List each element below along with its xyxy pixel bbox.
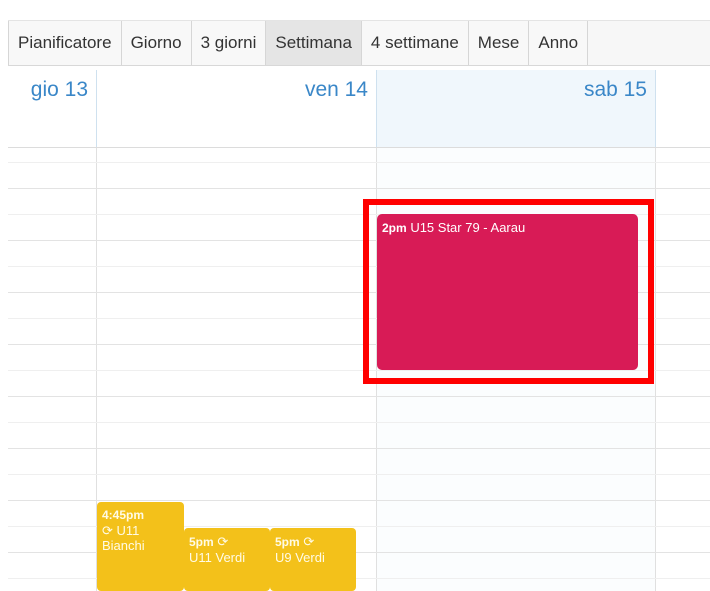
tab-4-settimane[interactable]: 4 settimane <box>361 21 469 65</box>
event-time: 5pm <box>189 535 214 549</box>
grid-line <box>8 500 710 501</box>
tab-mese[interactable]: Mese <box>468 21 530 65</box>
event-u9-verdi[interactable]: 5pm ⟳ U9 Verdi <box>270 528 356 591</box>
day-header-gio-13[interactable]: gio 13 <box>8 70 97 150</box>
day-header-label: sab 15 <box>583 78 647 101</box>
event-title: U11 Verdi <box>189 550 246 565</box>
event-time: 5pm <box>275 535 300 549</box>
event-time: 4:45pm <box>102 508 145 522</box>
tab-anno[interactable]: Anno <box>529 21 589 65</box>
tab-3-giorni[interactable]: 3 giorni <box>191 21 267 65</box>
grid-line <box>8 396 710 397</box>
grid-line <box>8 370 710 371</box>
day-header-label: ven 14 <box>304 78 368 101</box>
event-u15-star-79-aarau[interactable]: 2pm U15 Star 79 - Aarau <box>377 214 638 370</box>
tab-giorno[interactable]: Giorno <box>121 21 192 65</box>
event-u11-bianchi[interactable]: 4:45pm ⟳ U11 Bianchi <box>97 502 184 591</box>
day-header-label: gio 13 <box>30 78 88 101</box>
event-title: U9 Verdi <box>275 550 325 565</box>
repeat-icon: ⟳ <box>102 523 113 538</box>
view-toolbar: Pianificatore Giorno 3 giorni Settimana … <box>8 20 710 66</box>
repeat-icon: ⟳ <box>217 534 229 549</box>
grid-line <box>8 448 710 449</box>
grid-line <box>8 162 710 163</box>
event-u11-verdi[interactable]: 5pm ⟳ U11 Verdi <box>184 528 270 591</box>
day-header-sab-15[interactable]: sab 15 <box>377 70 656 150</box>
day-header-next[interactable] <box>656 70 710 150</box>
day-header-ven-14[interactable]: ven 14 <box>97 70 377 150</box>
tab-settimana[interactable]: Settimana <box>266 21 362 65</box>
event-time: 2pm <box>382 221 407 235</box>
grid-line <box>8 188 710 189</box>
tab-pianificatore[interactable]: Pianificatore <box>8 21 122 65</box>
grid-line <box>8 422 710 423</box>
repeat-icon: ⟳ <box>303 534 315 549</box>
event-title: U15 Star 79 - Aarau <box>410 220 526 235</box>
grid-line <box>8 474 710 475</box>
